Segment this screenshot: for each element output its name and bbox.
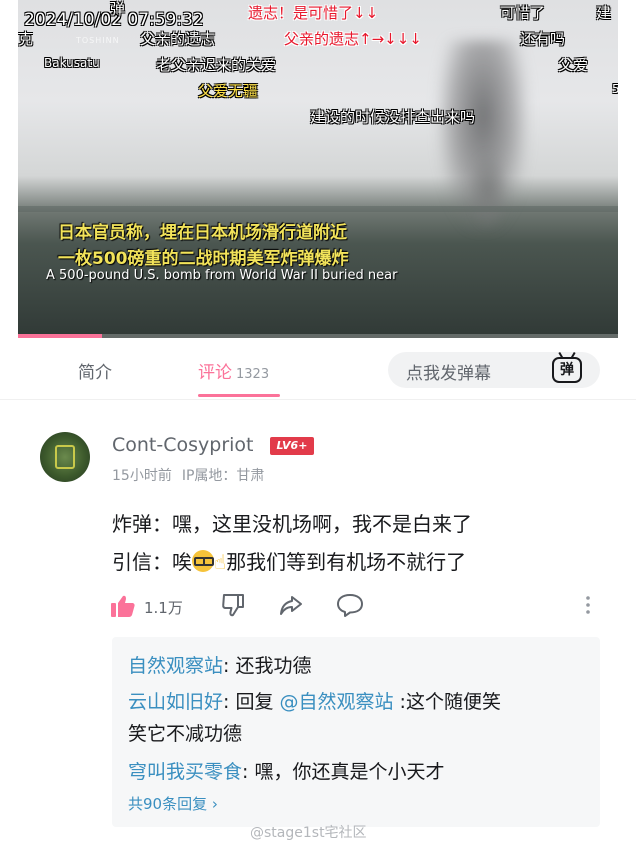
reply-author[interactable]: 云山如旧好 xyxy=(128,691,223,713)
pointing-hand-emoji-icon: ☝ xyxy=(214,550,227,574)
channel-logo: TOSHINN xyxy=(76,36,120,45)
reply-mention[interactable]: @自然观察站 xyxy=(280,691,394,713)
danmaku-item: 父爱无疆 xyxy=(198,82,259,100)
reply-text: : 嘿，你还真是个小天才 xyxy=(242,761,445,783)
thumb-up-icon xyxy=(111,595,135,617)
dislike-button[interactable] xyxy=(220,592,246,620)
subtitle-chinese-line2: 一枚500磅重的二战时期美军炸弹爆炸 xyxy=(58,249,349,269)
comments-count: 1323 xyxy=(236,367,270,382)
danmaku-item: 建 xyxy=(596,4,612,22)
level-badge: LV6+ xyxy=(270,437,314,455)
danmaku-item: 建设的时候没排查出来吗 xyxy=(310,108,476,126)
replies-box[interactable]: 自然观察站: 还我功德 云山如旧好: 回复 @自然观察站 :这个随便笑 笑它不减… xyxy=(112,637,600,827)
reply-text: : 还我功德 xyxy=(223,655,312,677)
tab-intro[interactable]: 简介 xyxy=(78,358,112,383)
tab-comments-label: 评论 xyxy=(198,363,232,383)
danmaku-toggle-button[interactable]: 弹 xyxy=(538,352,600,388)
comment-time: 15小时前 xyxy=(112,468,172,484)
more-options-button[interactable] xyxy=(582,592,594,620)
horizon-line xyxy=(18,206,618,212)
thumb-down-icon xyxy=(222,594,244,617)
danmaku-item: 父亲的遗志 xyxy=(140,30,216,48)
reply-author[interactable]: 穹叫我买零食 xyxy=(128,761,242,783)
comment-text-line2-start: 引信：唉 xyxy=(112,550,192,574)
comment-username[interactable]: Cont-Cosypriot xyxy=(112,434,254,456)
reply-text: : 回复 xyxy=(223,691,280,713)
comment-meta: 15小时前 IP属地：甘肃 xyxy=(112,465,274,485)
tab-comments[interactable]: 评论 1323 xyxy=(198,358,269,383)
danmaku-item: 父亲的遗志↑→↓↓↓ xyxy=(284,30,422,48)
active-tab-indicator xyxy=(198,394,280,397)
view-all-replies-link[interactable]: 共90条回复 › xyxy=(128,793,218,814)
subtitle-chinese-line1: 日本官员称，埋在日本机场滑行道附近 xyxy=(58,223,347,243)
danmaku-item: 弹 xyxy=(110,0,126,18)
comment-text-line2-end: 那我们等到有机场不就行了 xyxy=(226,550,467,574)
danmaku-item: Bakusatu xyxy=(44,56,100,70)
more-vertical-icon xyxy=(586,596,590,614)
reply-button[interactable] xyxy=(336,592,364,620)
reply-text: :这个随便笑 xyxy=(393,691,501,713)
danmaku-tv-icon: 弹 xyxy=(552,357,582,383)
comment-actions: 1.1万 xyxy=(108,592,608,620)
reply-item: 穹叫我买零食: 嘿，你还真是个小天才 xyxy=(128,757,444,784)
danmaku-item: 父爱 xyxy=(558,56,589,74)
explosion-smoke-base xyxy=(468,150,508,230)
share-button[interactable] xyxy=(278,592,304,620)
reply-item: 云山如旧好: 回复 @自然观察站 :这个随便笑 xyxy=(128,687,501,714)
subtitle-english: A 500-pound U.S. bomb from World War II … xyxy=(46,268,398,283)
comment-ip-location: IP属地：甘肃 xyxy=(181,468,265,484)
source-watermark: @stage1st宅社区 xyxy=(250,825,367,841)
danmaku-item: 克 xyxy=(18,30,34,48)
danmaku-item: 可惜了 xyxy=(500,4,546,22)
comment-text-line1: 炸弹：嘿，这里没机场啊，我不是白来了 xyxy=(112,512,472,536)
comment-text-line2: 引信：唉 ☝那我们等到有机场不就行了 xyxy=(112,546,466,575)
reply-author[interactable]: 自然观察站 xyxy=(128,655,223,677)
danmaku-item: 遗志！是可惜了↓↓ xyxy=(248,4,379,22)
tab-bar: 简介 评论 1323 点我发弹幕 弹 xyxy=(0,338,636,400)
reply-item: 自然观察站: 还我功德 xyxy=(128,651,311,678)
video-player[interactable]: 2024/10/02 07:59:32 TOSHINN 弹 克 父亲的遗志 遗志… xyxy=(18,0,618,338)
reply-continuation: 笑它不减功德 xyxy=(128,723,243,745)
share-icon xyxy=(280,596,302,615)
reply-bubble-icon xyxy=(337,594,363,617)
send-danmaku-input[interactable]: 点我发弹幕 xyxy=(388,352,538,388)
avatar[interactable] xyxy=(40,432,90,482)
like-count: 1.1万 xyxy=(144,599,183,617)
danmaku-item: 5 xyxy=(612,82,618,96)
nerd-glasses-emoji-icon xyxy=(192,550,214,572)
danmaku-item: 老父亲迟来的关爱 xyxy=(156,56,277,74)
danmaku-item: 还有吗 xyxy=(520,30,566,48)
